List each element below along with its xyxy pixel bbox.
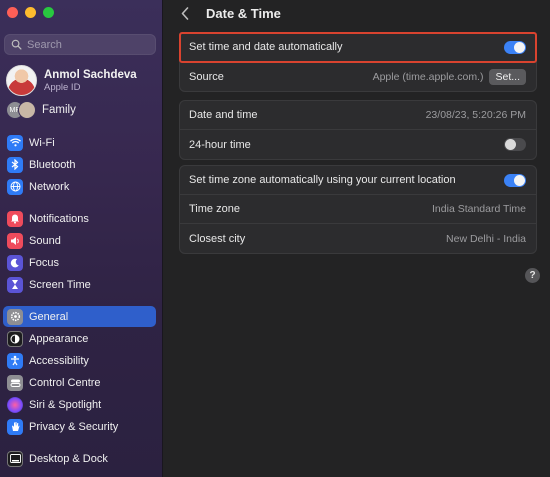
sidebar-item-label: Desktop & Dock [29, 452, 108, 465]
sidebar-item-label: Sound [29, 234, 61, 247]
sidebar-item-privacy-security[interactable]: Privacy & Security [3, 416, 156, 437]
auto-timezone-toggle[interactable] [504, 173, 526, 187]
dock-icon [7, 450, 23, 467]
sidebar-item-label: Notifications [29, 212, 89, 225]
sidebar: Anmol Sachdeva Apple ID MR Family Wi-Fi … [0, 0, 163, 477]
apple-id-account[interactable]: Anmol Sachdeva Apple ID [6, 65, 137, 96]
sidebar-item-accessibility[interactable]: Accessibility [3, 350, 156, 371]
sidebar-item-desktop-dock[interactable]: Desktop & Dock [3, 448, 156, 469]
auto-timezone-row: Set time zone automatically using your c… [180, 166, 536, 195]
sidebar-item-wifi[interactable]: Wi-Fi [3, 132, 156, 153]
account-name: Anmol Sachdeva [44, 68, 137, 81]
closest-city-value: New Delhi - India [446, 232, 526, 245]
sidebar-item-label: Control Centre [29, 376, 101, 389]
auto-timezone-label: Set time zone automatically using your c… [189, 174, 456, 186]
globe-icon [7, 178, 23, 195]
appearance-icon [7, 330, 23, 347]
sidebar-item-label: Appearance [29, 332, 89, 345]
family-label: Family [42, 104, 76, 116]
accessibility-icon [7, 352, 23, 369]
hourglass-icon [7, 276, 23, 293]
date-time-row: Date and time 23/08/23, 5:20:26 PM [180, 101, 536, 130]
date-time-label: Date and time [189, 109, 258, 121]
timezone-row: Time zone India Standard Time [180, 195, 536, 224]
time-zone-panel: Set time zone automatically using your c… [179, 165, 537, 254]
search-icon [11, 39, 22, 50]
bell-icon [7, 210, 23, 227]
siri-icon [7, 396, 23, 413]
header: Date & Time [178, 4, 281, 22]
closest-city-label: Closest city [189, 232, 246, 245]
close-window-button[interactable] [7, 7, 18, 18]
sidebar-item-general[interactable]: General [3, 306, 156, 327]
hour24-toggle[interactable] [504, 138, 526, 151]
family-member-avatar-photo [18, 101, 36, 119]
control-centre-icon [7, 374, 23, 391]
sidebar-item-network[interactable]: Network [3, 176, 156, 197]
sidebar-item-focus[interactable]: Focus [3, 252, 156, 273]
timezone-value: India Standard Time [432, 203, 526, 215]
sidebar-item-sound[interactable]: Sound [3, 230, 156, 251]
sidebar-item-label: Focus [29, 256, 59, 269]
chevron-left-icon [181, 6, 189, 20]
family-item[interactable]: MR Family [6, 101, 76, 119]
avatar [6, 65, 37, 96]
source-value: Apple (time.apple.com.) [372, 70, 484, 83]
search-input[interactable] [27, 38, 147, 51]
moon-icon [7, 254, 23, 271]
account-subtitle: Apple ID [44, 81, 81, 93]
family-avatars: MR [6, 101, 36, 119]
zoom-window-button[interactable] [43, 7, 54, 18]
sidebar-item-bluetooth[interactable]: Bluetooth [3, 154, 156, 175]
set-source-button[interactable]: Set... [489, 68, 526, 85]
date-time-value: 23/08/23, 5:20:26 PM [425, 109, 526, 121]
closest-city-row: Closest city New Delhi - India [180, 224, 536, 253]
sidebar-item-control-centre[interactable]: Control Centre [3, 372, 156, 393]
hour24-row: 24-hour time [180, 130, 536, 159]
time-source-panel: Set time and date automatically Source A… [179, 32, 537, 92]
sidebar-item-label: Privacy & Security [29, 420, 119, 433]
bluetooth-icon [7, 156, 23, 173]
sidebar-item-label: Bluetooth [29, 158, 76, 171]
sidebar-item-label: Siri & Spotlight [29, 398, 102, 411]
sidebar-item-label: Wi-Fi [29, 136, 55, 149]
window-controls [7, 7, 54, 18]
source-label: Source [189, 70, 224, 83]
source-row: Source Apple (time.apple.com.) Set... [180, 62, 536, 91]
auto-time-label: Set time and date automatically [189, 41, 343, 53]
sidebar-item-label: General [29, 310, 69, 323]
wifi-icon [7, 134, 23, 151]
help-button[interactable]: ? [525, 268, 540, 283]
back-button[interactable] [178, 5, 192, 21]
auto-time-toggle[interactable] [504, 40, 526, 54]
auto-time-row: Set time and date automatically [179, 32, 537, 63]
sidebar-item-appearance[interactable]: Appearance [3, 328, 156, 349]
date-time-panel: Date and time 23/08/23, 5:20:26 PM 24-ho… [179, 100, 537, 160]
hand-icon [7, 418, 23, 435]
gear-icon [7, 308, 23, 325]
hour24-label: 24-hour time [189, 138, 251, 151]
main-content: Date & Time Set time and date automatica… [164, 0, 550, 477]
page-title: Date & Time [206, 5, 281, 21]
sidebar-item-label: Accessibility [29, 354, 89, 367]
sidebar-item-label: Screen Time [29, 278, 91, 291]
speaker-icon [7, 232, 23, 249]
search-field[interactable] [4, 34, 156, 55]
timezone-label: Time zone [189, 203, 240, 215]
sidebar-item-siri-spotlight[interactable]: Siri & Spotlight [3, 394, 156, 415]
sidebar-item-notifications[interactable]: Notifications [3, 208, 156, 229]
minimize-window-button[interactable] [25, 7, 36, 18]
sidebar-item-label: Network [29, 180, 70, 193]
sidebar-item-screen-time[interactable]: Screen Time [3, 274, 156, 295]
